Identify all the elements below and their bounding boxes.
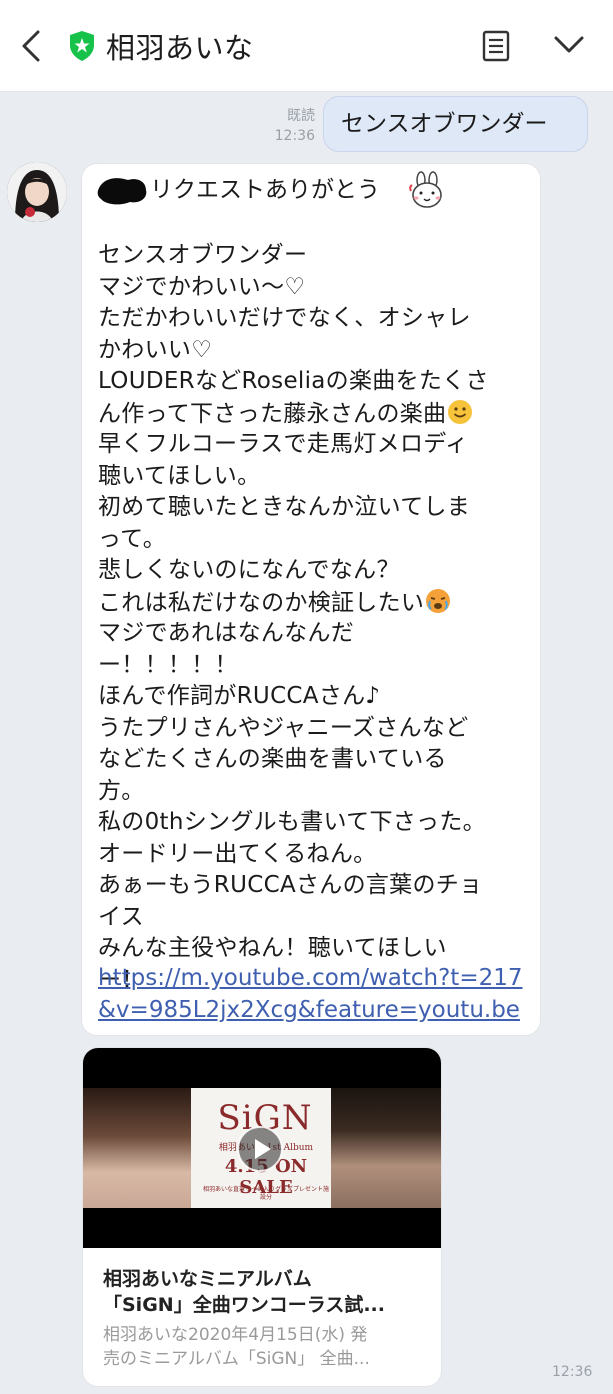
redacted-name <box>97 178 147 205</box>
avatar[interactable] <box>7 162 67 222</box>
link-line[interactable]: https://m.youtube.com/watch?t=217 <box>98 963 528 995</box>
message-line: オードリー出てくるねん。 <box>98 840 377 867</box>
thumbnail-portrait-left <box>83 1088 191 1208</box>
message-line: あぁーもうRUCCAさんの言葉のチョ <box>98 872 483 898</box>
message-line: みんな主役やねん！聴いてほしい <box>98 935 447 961</box>
album-footnote: 相羽あいな直筆サイン入りグッズプレゼント施設分 <box>202 1186 329 1201</box>
message-line: これは私だけなのか検証したい <box>98 587 528 619</box>
received-time: 12:36 <box>552 1364 593 1380</box>
message-line: マジであれはなんなんだ <box>98 620 355 646</box>
message-line: イス <box>98 903 144 930</box>
smile-emoji-icon <box>448 399 473 424</box>
preview-title: 相羽あいなミニアルバム 「SiGN」全曲ワンコーラス試... <box>103 1266 423 1318</box>
chat-title: 相羽あいな <box>106 31 254 65</box>
message-line-text: ん作って下さった藤永さんの楽曲 <box>98 400 447 427</box>
message-line: LOUDERなどRoseliaの楽曲をたくさ <box>98 368 489 394</box>
preview-title-line: 「SiGN」全曲ワンコーラス試... <box>103 1294 385 1316</box>
message-line: ん作って下さった藤永さんの楽曲 <box>98 398 528 430</box>
read-receipt: 既読 12:36 <box>255 106 315 146</box>
message-line: うたプリさんやジャニーズさんなど <box>98 714 469 741</box>
message-line: 悲しくないのになんでなん？ <box>98 557 400 583</box>
message-line: 早くフルコーラスで走馬灯メロディ <box>98 431 469 457</box>
message-line: センスオブワンダー <box>98 242 308 268</box>
play-icon[interactable] <box>237 1126 283 1172</box>
message-line: などたくさんの楽曲を書いている <box>98 746 447 772</box>
message-first-line: リクエストありがとう <box>150 177 380 203</box>
thumbnail-portrait-right <box>331 1088 441 1208</box>
preview-title-line: 相羽あいなミニアルバム <box>103 1268 312 1290</box>
crying-emoji-icon <box>426 588 451 613</box>
shield-icon <box>70 31 94 61</box>
message-line: ほんで作詞がRUCCAさん♪ <box>98 683 381 709</box>
message-body: センスオブワンダー マジでかわいい〜♡ ただかわいいだけでなく、オシャレ かわい… <box>98 240 528 996</box>
avatar-image <box>7 162 67 222</box>
video-thumbnail[interactable]: SiGN 相羽あいな 1st Album 4.15 ON SALE 相羽あいな直… <box>83 1048 441 1248</box>
preview-desc-line: 相羽あいな2020年4月15日(水) 発 <box>103 1325 368 1345</box>
sent-message-bubble[interactable]: センスオブワンダー <box>323 96 588 152</box>
preview-desc-line: 売のミニアルバム「SiGN」 全曲... <box>103 1349 370 1369</box>
message-line: ー！！！！！ <box>98 651 238 678</box>
message-line: かわいい♡ <box>98 336 213 363</box>
message-line: 聴いてほしい。 <box>98 462 261 489</box>
link-preview-card[interactable]: SiGN 相羽あいな 1st Album 4.15 ON SALE 相羽あいな直… <box>82 1047 442 1387</box>
message-line: って。 <box>98 525 167 552</box>
youtube-link[interactable]: https://m.youtube.com/watch?t=217 &v=985… <box>98 963 528 1026</box>
message-line: ただかわいいだけでなく、オシャレ <box>98 305 471 331</box>
message-line: 初めて聴いたときなんか泣いてしま <box>98 494 471 520</box>
bunny-face-icon <box>409 171 442 208</box>
back-icon[interactable] <box>18 28 46 64</box>
message-line: 私の0thシングルも書いて下さった。 <box>98 809 486 835</box>
message-line: 方。 <box>98 777 145 804</box>
read-label: 既読 <box>287 108 315 124</box>
link-line[interactable]: &v=985L2jx2Xcg&feature=youtu.be <box>98 995 528 1027</box>
sent-time: 12:36 <box>274 128 315 144</box>
chevron-down-icon[interactable] <box>553 32 585 58</box>
message-line-text: これは私だけなのか検証したい <box>98 589 425 616</box>
chat-header: 相羽あいな <box>0 0 613 92</box>
preview-description: 相羽あいな2020年4月15日(水) 発 売のミニアルバム「SiGN」 全曲..… <box>103 1323 423 1371</box>
notes-icon[interactable] <box>481 30 511 62</box>
message-line: マジでかわいい〜♡ <box>98 273 306 300</box>
